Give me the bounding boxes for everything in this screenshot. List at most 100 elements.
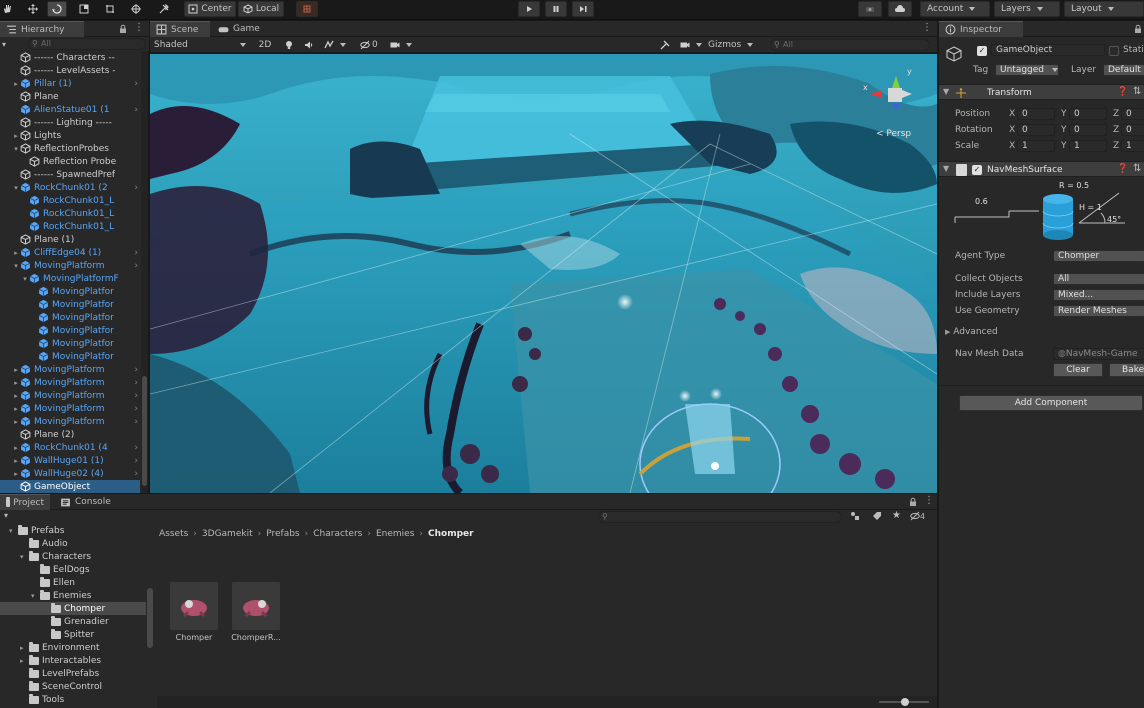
chevron-right-icon[interactable]: › [134, 183, 138, 193]
folder-tree-item[interactable]: Spitter [0, 628, 146, 641]
transform-tool-button[interactable] [128, 1, 144, 17]
pause-button[interactable] [545, 1, 567, 17]
navmesh-enabled-checkbox[interactable]: ✓ [972, 165, 982, 175]
hierarchy-item[interactable]: ▸ WallHuge02 (4) › [0, 467, 140, 480]
folder-tree-item[interactable]: ▸ Interactables [0, 654, 146, 667]
rotation-y-field[interactable]: 0 [1069, 124, 1107, 136]
clear-button[interactable]: Clear [1053, 363, 1103, 377]
pivot-local-button[interactable]: Local [238, 1, 284, 17]
hierarchy-item[interactable]: RockChunk01_L [0, 220, 140, 233]
chevron-right-icon[interactable]: › [134, 391, 138, 401]
tab-hierarchy[interactable]: Hierarchy [0, 21, 84, 37]
x-axis-label[interactable]: X [1009, 141, 1015, 151]
z-axis-label[interactable]: Z [1113, 125, 1119, 135]
foldout-arrow-icon[interactable]: ▾ [12, 262, 20, 270]
pivot-center-button[interactable]: Center [184, 1, 236, 17]
create-dropdown[interactable]: ▾ [4, 511, 8, 520]
breadcrumb-item[interactable]: Enemies [376, 529, 414, 539]
folder-tree-item[interactable]: Tools [0, 693, 146, 706]
audio-toggle[interactable] [304, 38, 318, 52]
y-axis-label[interactable]: Y [1061, 141, 1067, 151]
hierarchy-item[interactable]: Plane (2) [0, 428, 140, 441]
folder-tree-item[interactable]: ▾ Enemies [0, 589, 146, 602]
scene-viewport[interactable]: y x < Persp [150, 54, 937, 493]
hierarchy-item[interactable]: ▾ MovingPlatformF [0, 272, 140, 285]
camera-settings-dropdown[interactable] [390, 38, 416, 52]
chevron-right-icon[interactable]: › [134, 261, 138, 271]
tag-dropdown[interactable]: Untagged [995, 64, 1059, 76]
z-axis-label[interactable]: Z [1113, 109, 1119, 119]
cloud-button[interactable] [888, 1, 912, 17]
folder-tree-item[interactable]: Audio [0, 537, 146, 550]
folder-tree-item[interactable]: ▾ Characters [0, 550, 146, 563]
position-y-field[interactable]: 0 [1069, 108, 1107, 120]
rotation-x-field[interactable]: 0 [1017, 124, 1055, 136]
panel-menu-icon[interactable]: ⋮ [924, 495, 934, 506]
layers-dropdown[interactable]: Layers [994, 1, 1060, 17]
step-button[interactable] [572, 1, 594, 17]
folder-tree-item[interactable]: SceneControl [0, 680, 146, 693]
foldout-arrow-icon[interactable]: ▸ [12, 379, 20, 387]
foldout-arrow-icon[interactable]: ▾ [12, 145, 20, 153]
hierarchy-item[interactable]: Reflection Probe [0, 155, 140, 168]
foldout-arrow-icon[interactable]: ▸ [20, 644, 29, 652]
project-search-input[interactable]: ⚲ [598, 511, 842, 523]
transform-header[interactable]: ▼ Transform ❓ ⇅ [939, 84, 1144, 100]
lock-icon[interactable] [908, 497, 918, 510]
hierarchy-item[interactable]: ▸ CliffEdge04 (1) › [0, 246, 140, 259]
hierarchy-item[interactable]: AlienStatue01 (1 › [0, 103, 140, 116]
z-axis-label[interactable]: Z [1113, 141, 1119, 151]
move-tool-button[interactable] [24, 1, 42, 17]
use-geometry-dropdown[interactable]: Render Meshes [1053, 305, 1144, 317]
x-axis-label[interactable]: X [1009, 125, 1015, 135]
scene-search-input[interactable]: ⚲ All [770, 39, 930, 51]
y-axis-label[interactable]: Y [1061, 125, 1067, 135]
2d-toggle[interactable]: 2D [256, 38, 274, 52]
bake-button[interactable]: Bake [1109, 363, 1144, 377]
panel-menu-icon[interactable]: ⋮ [922, 22, 932, 33]
foldout-arrow-icon[interactable]: ▾ [20, 553, 29, 561]
hierarchy-item[interactable]: ------ Lighting ----- [0, 116, 140, 129]
chevron-right-icon[interactable]: › [134, 365, 138, 375]
lock-icon[interactable] [1133, 24, 1143, 37]
effects-dropdown[interactable] [324, 38, 348, 52]
label-tag-icon[interactable] [872, 511, 882, 521]
settings-icon[interactable]: ⇅ [1133, 86, 1141, 97]
static-checkbox[interactable] [1109, 46, 1119, 56]
folder-tree-item[interactable]: ▾ Prefabs [0, 524, 146, 537]
chevron-right-icon[interactable]: › [134, 79, 138, 89]
hierarchy-item[interactable]: MovingPlatfor [0, 285, 140, 298]
foldout-arrow-icon[interactable]: ▼ [943, 87, 949, 96]
favorite-star-icon[interactable]: ★ [892, 510, 901, 521]
hierarchy-item[interactable]: MovingPlatfor [0, 324, 140, 337]
foldout-arrow-icon[interactable]: ▸ [12, 132, 20, 140]
foldout-arrow-icon[interactable]: ▸ [12, 249, 20, 257]
chevron-right-icon[interactable]: › [134, 248, 138, 258]
breadcrumb-item[interactable]: 3DGamekit [202, 529, 253, 539]
hierarchy-item[interactable]: ▸ MovingPlatform › [0, 363, 140, 376]
shading-mode-dropdown[interactable]: Shaded [154, 38, 246, 52]
hierarchy-item[interactable]: ▸ MovingPlatform › [0, 389, 140, 402]
scene-tools-button[interactable] [660, 38, 674, 52]
y-axis-label[interactable]: Y [1061, 109, 1067, 119]
custom-tool-button[interactable] [156, 1, 172, 17]
collect-objects-dropdown[interactable]: All [1053, 273, 1144, 285]
asset-tile[interactable]: Chomper [169, 582, 219, 642]
hierarchy-item[interactable]: MovingPlatfor [0, 350, 140, 363]
chevron-right-icon[interactable]: › [134, 456, 138, 466]
scale-z-field[interactable]: 1 [1121, 140, 1144, 152]
account-dropdown[interactable]: Account [920, 1, 990, 17]
help-icon[interactable]: ❓ [1117, 87, 1128, 97]
add-component-button[interactable]: Add Component [959, 395, 1143, 411]
hierarchy-item[interactable]: ▸ Pillar (1) › [0, 77, 140, 90]
create-dropdown[interactable]: ▾ [2, 38, 24, 50]
rotation-z-field[interactable]: 0 [1121, 124, 1144, 136]
hand-tool-button[interactable] [0, 1, 14, 17]
tree-scrollbar-thumb[interactable] [147, 588, 153, 648]
rect-tool-button[interactable] [102, 1, 118, 17]
tab-scene[interactable]: Scene [150, 21, 210, 37]
position-x-field[interactable]: 0 [1017, 108, 1055, 120]
foldout-arrow-icon[interactable]: ▸ [12, 80, 20, 88]
foldout-arrow-icon[interactable]: ▸ [12, 444, 20, 452]
foldout-arrow-icon[interactable]: ▼ [943, 164, 949, 173]
